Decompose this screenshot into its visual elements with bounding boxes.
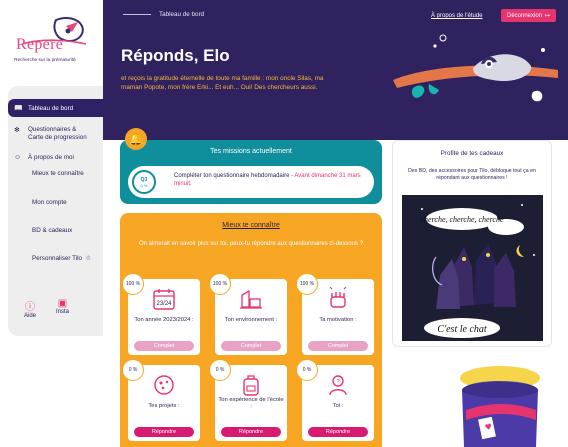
- projects-icon: [154, 375, 174, 395]
- sidebar-item-label: Tableau de bord: [28, 104, 74, 112]
- gifts-description: Des BD, des accessoires pour Tilo, déblo…: [408, 168, 536, 181]
- questionnaire-label: Tes projets :: [148, 403, 180, 409]
- about-study-link[interactable]: À propos de l'étude: [431, 13, 483, 19]
- questionnaire-answer-button[interactable]: Répondre: [134, 427, 194, 437]
- book-icon: 📖: [14, 105, 23, 112]
- instagram-label: Insta: [56, 309, 70, 315]
- brain-icon: ✻: [14, 127, 20, 134]
- tilo-icon: ☃: [85, 255, 91, 262]
- help-label: Aide: [24, 313, 37, 319]
- questionnaire-progress-badge: 0 %: [122, 359, 144, 381]
- gifts-card: Profite de tes cadeaux Des BD, des acces…: [392, 140, 552, 347]
- questionnaire-card-environment[interactable]: 100 % Ton environnement : Complet: [209, 273, 287, 355]
- page-title: Réponds, Elo: [121, 46, 230, 65]
- mission-progress-gauge: Q3 0 %: [132, 170, 156, 194]
- backpack-icon: [243, 375, 259, 396]
- questionnaire-progress-badge: 0 %: [296, 359, 318, 381]
- mission-item[interactable]: Q3 0 % Compléter ton questionnaire hebdo…: [128, 166, 374, 198]
- environment-icon: [240, 289, 262, 309]
- fist-icon: [329, 287, 347, 308]
- bell-icon: 🔔: [125, 128, 147, 150]
- know-you-section: Mieux te connaître On aimerait en savoir…: [120, 213, 382, 447]
- questionnaire-card-school[interactable]: 0 % Ton expérience de l'école : Répondre: [209, 359, 287, 441]
- header-banner: Tableau de bord À propos de l'étude Déco…: [103, 0, 568, 140]
- person-icon: ?: [329, 375, 347, 396]
- questionnaire-complete-button[interactable]: Complet: [134, 341, 194, 351]
- questionnaire-progress-badge: 100 %: [209, 273, 231, 295]
- sidebar-item-label: Questionnaires & Carte de progression: [28, 126, 87, 141]
- questionnaire-answer-button[interactable]: Répondre: [221, 427, 281, 437]
- logout-button[interactable]: Déconnexion ↦: [501, 9, 557, 22]
- questionnaire-label: Ta motivation :: [319, 317, 357, 323]
- svg-text:?: ?: [336, 380, 340, 386]
- calendar-icon-text: 23/24: [156, 301, 172, 307]
- sidebar-item-questionnaires[interactable]: ✻ Questionnaires & Carte de progression: [8, 126, 103, 142]
- sidebar-item-about-me[interactable]: ☺ À propos de moi: [8, 154, 103, 161]
- help-icon: ⓘ: [25, 302, 35, 313]
- comic-speech-bubble: cherche, cherche, cherche: [420, 215, 504, 224]
- sidebar-item-label: À propos de moi: [28, 154, 74, 161]
- questionnaire-card-projects[interactable]: 0 % Tes projets : Répondre: [122, 359, 200, 441]
- know-you-title: Mieux te connaître: [222, 222, 280, 229]
- comic-panel[interactable]: cherche, cherche, cherche C'est le chat: [402, 195, 543, 341]
- questionnaire-card-you[interactable]: 0 % ? Toi : Répondre: [296, 359, 374, 441]
- logo-wordmark: Repere: [16, 36, 64, 53]
- questionnaire-complete-button[interactable]: Complet: [221, 341, 281, 351]
- comic-caption: C'est le chat: [437, 324, 487, 335]
- questionnaire-label: Toi :: [332, 403, 344, 409]
- questionnaire-complete-button[interactable]: Complet: [308, 341, 368, 351]
- breadcrumb-divider: [123, 14, 151, 15]
- sidebar-subitem-customize-tilo[interactable]: Personnaliser Tilo ☃: [8, 255, 103, 262]
- logo-tagline: Recherche sur la prématurité: [14, 58, 76, 63]
- sidebar-subitem-comics-gifts[interactable]: BD & cadeaux: [8, 227, 103, 234]
- sidebar-item-dashboard[interactable]: 📖 Tableau de bord: [8, 99, 103, 117]
- missions-title: Tes missions actuellement: [210, 148, 292, 155]
- comic-illustration: cherche, cherche, cherche C'est le chat: [420, 204, 535, 338]
- breadcrumb: Tableau de bord: [159, 11, 205, 18]
- instagram-link[interactable]: ▣ Insta: [56, 298, 69, 315]
- questionnaire-label: Ton expérience de l'école :: [218, 397, 284, 410]
- user-icon: ☺: [14, 154, 22, 161]
- mission-gauge-percent: 0 %: [140, 182, 148, 188]
- questionnaire-card-motivation[interactable]: 100 % Ta motivation : Complet: [296, 273, 374, 355]
- logout-label: Déconnexion: [507, 12, 543, 19]
- questionnaire-progress-badge: 100 %: [296, 273, 318, 295]
- gifts-title: Profite de tes cadeaux: [440, 150, 504, 157]
- instagram-icon: ▣: [57, 298, 68, 309]
- calendar-icon: 23/24: [153, 289, 175, 310]
- know-you-description: On aimerait en savoir plus sur toi, peux…: [138, 241, 364, 247]
- missions-card: Tes missions actuellement Q3 0 % Complét…: [120, 140, 382, 204]
- questionnaire-progress-badge: 100 %: [122, 273, 144, 295]
- repere-logo[interactable]: Repere Recherche sur la prématurité: [12, 14, 94, 70]
- mission-description: Compléter ton questionnaire hebdomadaire: [174, 173, 290, 179]
- questionnaire-label: Ton année 2023/2024 :: [134, 317, 194, 323]
- questionnaire-progress-badge: 0 %: [209, 359, 231, 381]
- logout-icon: ↦: [545, 13, 551, 19]
- hat-illustration: ♥: [460, 366, 540, 447]
- sidebar-subitem-label: Personnaliser Tilo: [32, 255, 83, 262]
- sidebar-subitem-know-you[interactable]: Mieux te connaître: [8, 170, 103, 177]
- sidebar: Repere Recherche sur la prématurité 📖 Ta…: [0, 0, 103, 447]
- questionnaire-answer-button[interactable]: Répondre: [308, 427, 368, 437]
- help-link[interactable]: ⓘ Aide: [24, 298, 36, 319]
- questionnaire-label: Ton environnement :: [224, 317, 278, 323]
- page-subtitle: et reçois la gratitude éternelle de tout…: [121, 75, 324, 91]
- questionnaire-card-year[interactable]: 100 % 23/24 Ton année 2023/2024 : Comple…: [122, 273, 200, 355]
- mission-text: Compléter ton questionnaire hebdomadaire…: [174, 172, 364, 188]
- mascot-branch-illustration: [393, 34, 558, 102]
- sidebar-subitem-account[interactable]: Mon compte: [8, 199, 103, 206]
